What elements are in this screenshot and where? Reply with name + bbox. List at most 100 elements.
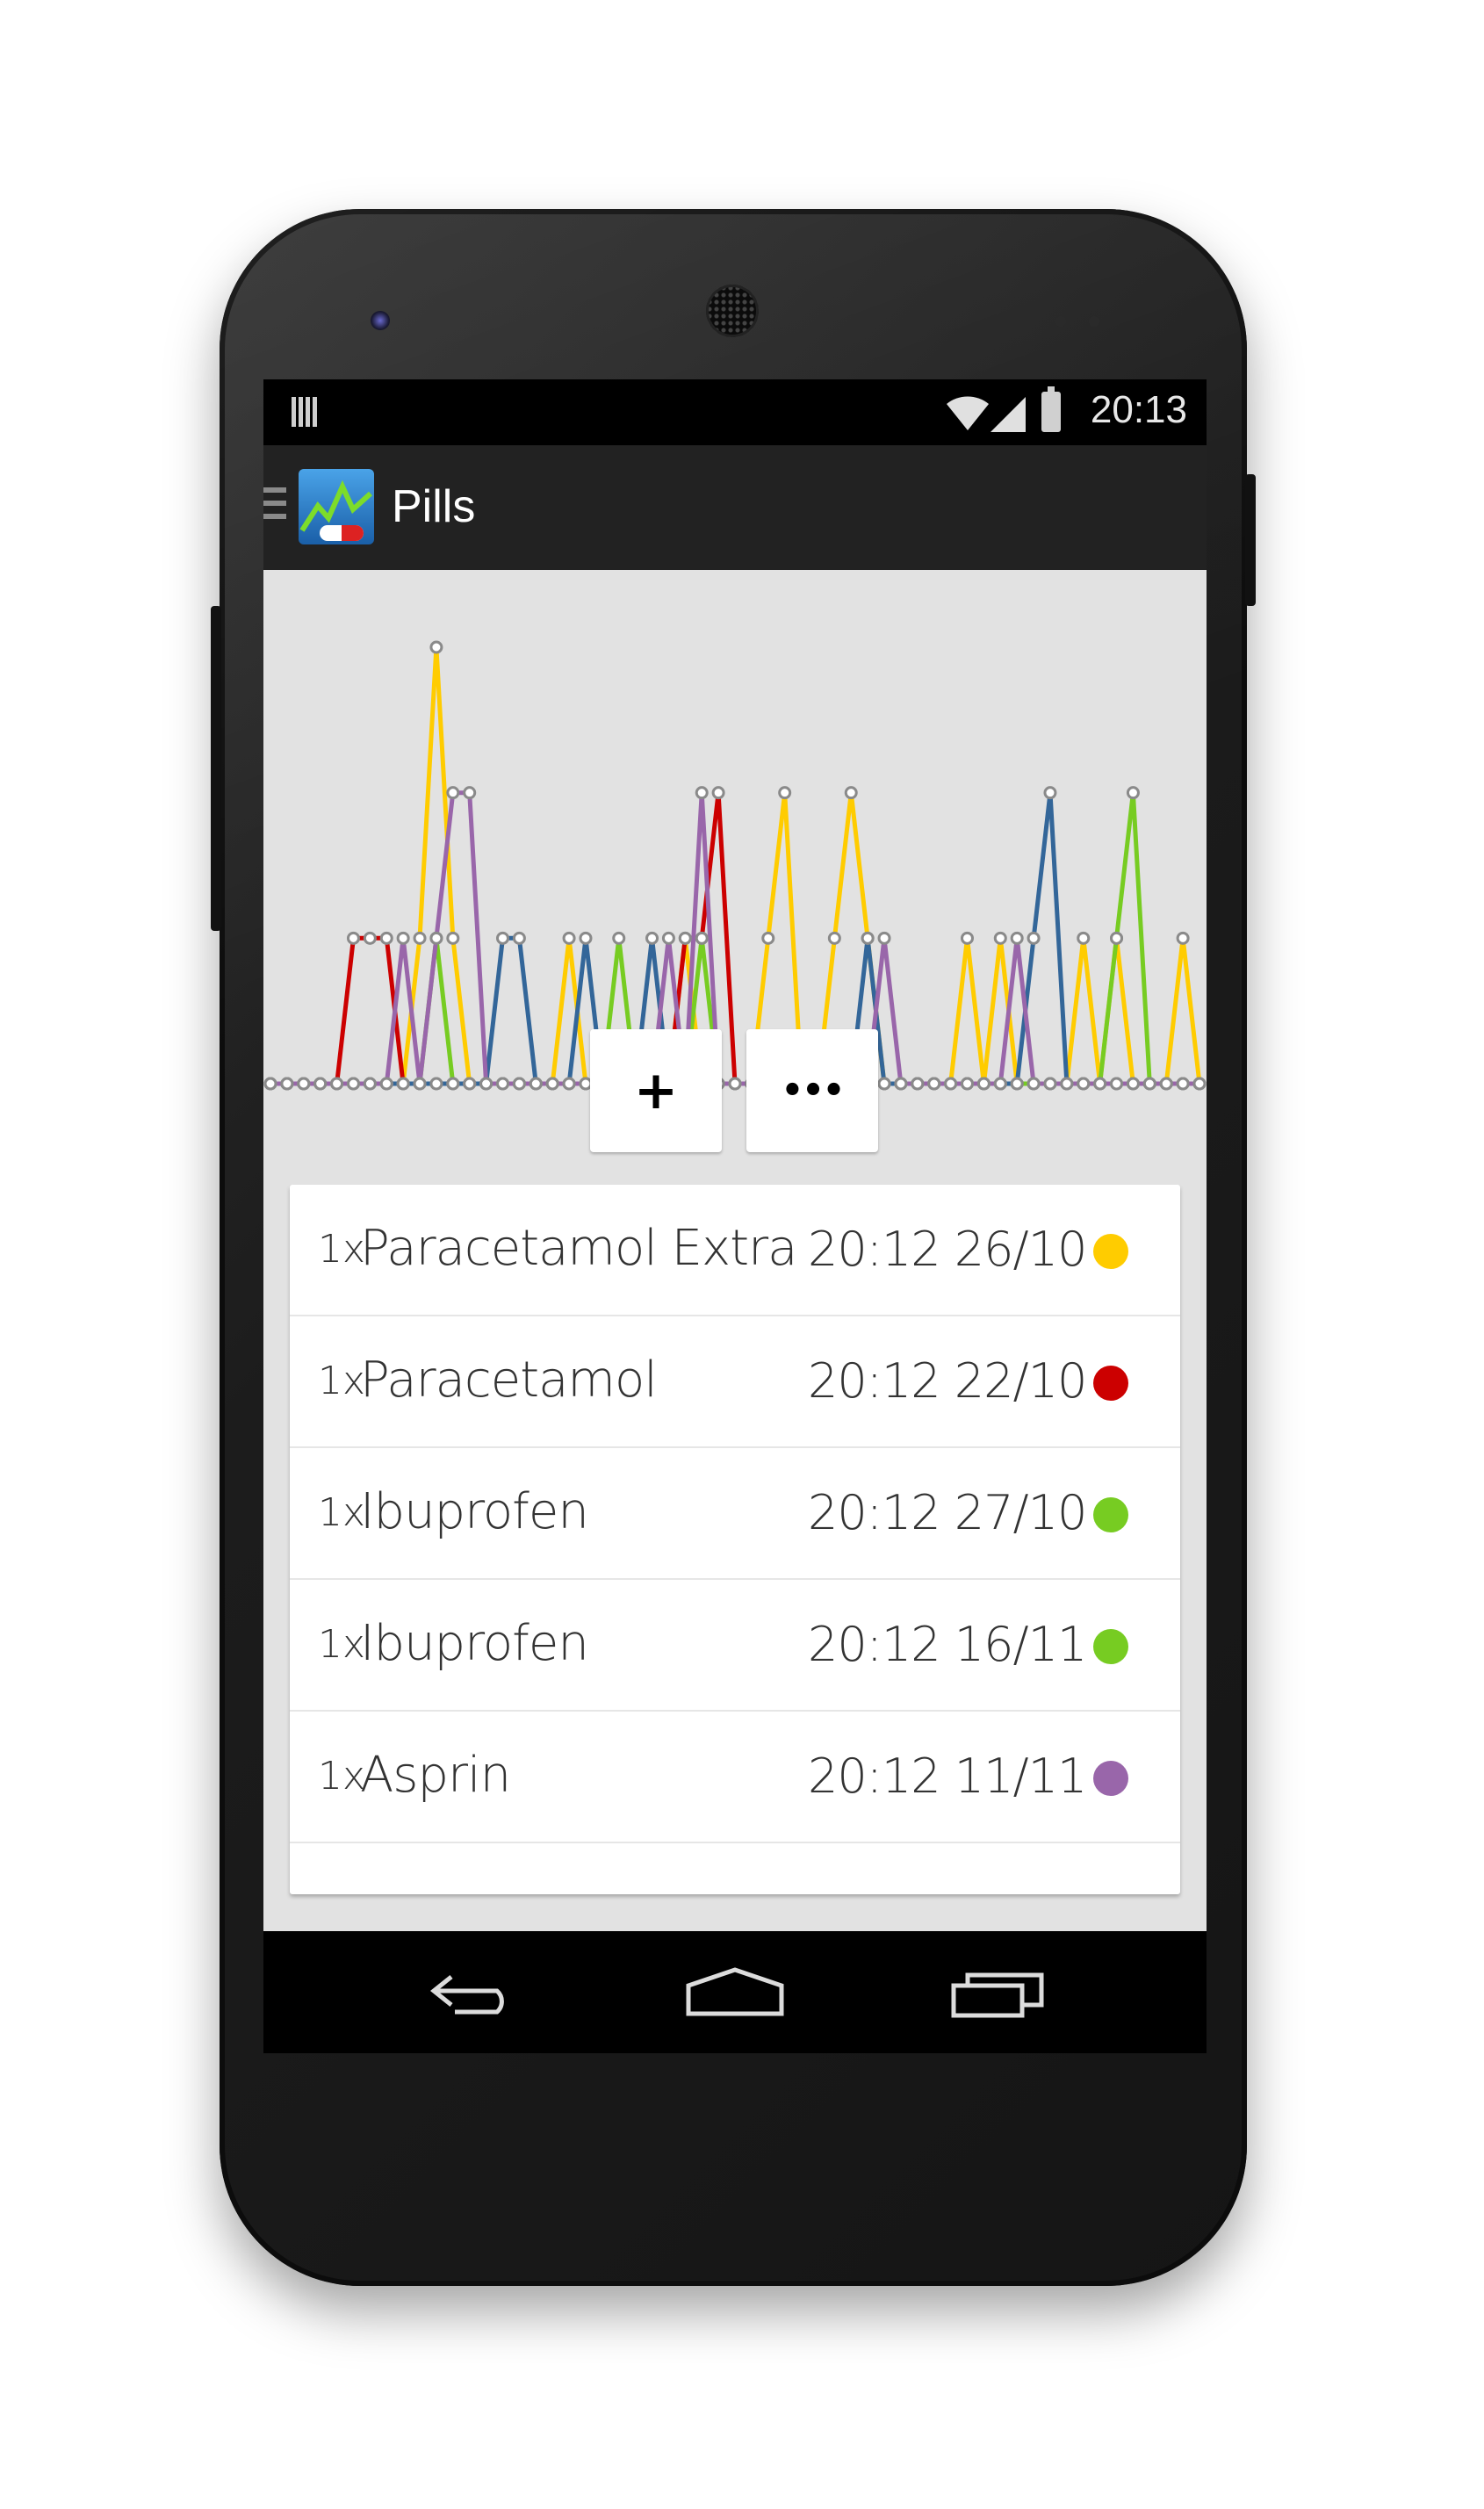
content-area: + ••• 1x Paracetamol Extra 20:12 26/10 1… [263, 570, 1207, 1931]
data-point [911, 1077, 925, 1091]
data-point [761, 931, 775, 945]
dose-list: 1x Paracetamol Extra 20:12 26/10 1x Para… [290, 1185, 1180, 1894]
volume-button [211, 606, 221, 931]
data-point [1027, 1077, 1041, 1091]
data-point [1010, 931, 1024, 945]
data-point [1093, 1077, 1107, 1091]
data-point [927, 1077, 941, 1091]
data-point [562, 931, 576, 945]
data-point [711, 786, 725, 800]
data-point [861, 931, 875, 945]
data-point [612, 931, 626, 945]
data-point [961, 1077, 974, 1091]
data-point [479, 1077, 493, 1091]
data-point [993, 931, 1007, 945]
data-point [1176, 931, 1190, 945]
data-point [728, 1077, 742, 1091]
screen: 20:13 Pills + ••• 1x Paracetamol Extra 2… [263, 379, 1207, 2053]
dose-quantity: 1x [318, 1227, 366, 1272]
data-point [961, 931, 974, 945]
series-color-dot [1093, 1761, 1128, 1796]
action-bar: Pills [263, 445, 1207, 570]
pills-chart-app-icon[interactable] [297, 467, 376, 546]
battery-charging-icon [1041, 386, 1061, 432]
dose-quantity: 1x [318, 1359, 366, 1403]
data-point [661, 931, 675, 945]
pill-name: Paracetamol [360, 1352, 658, 1409]
data-point [894, 1077, 908, 1091]
status-time: 20:13 [1090, 388, 1187, 431]
earpiece-speaker [706, 285, 759, 337]
data-point [297, 1077, 311, 1091]
data-point [1176, 1077, 1190, 1091]
more-options-button[interactable]: ••• [746, 1029, 878, 1152]
recent-apps-icon[interactable] [950, 1966, 1047, 2019]
back-icon[interactable] [429, 1966, 525, 2019]
light-sensor [1089, 316, 1099, 327]
proximity-sensor [1055, 316, 1066, 327]
data-point [263, 1077, 277, 1091]
data-point [545, 1077, 559, 1091]
drawer-menu-icon[interactable] [263, 487, 286, 528]
data-point [429, 1077, 443, 1091]
add-dose-button[interactable]: + [590, 1029, 722, 1152]
list-item[interactable]: 1x Ibuprofen 20:12 27/10 [290, 1448, 1180, 1580]
series-color-dot [1093, 1629, 1128, 1664]
data-point [944, 1077, 958, 1091]
data-point [695, 786, 709, 800]
series-line-0 [270, 645, 1202, 1086]
data-point [1043, 786, 1057, 800]
data-point [363, 931, 377, 945]
dose-quantity: 1x [318, 1754, 366, 1799]
data-point [379, 1077, 393, 1091]
pill-name: Ibuprofen [360, 1483, 589, 1540]
data-point [1159, 1077, 1173, 1091]
dose-time: 20:12 22/10 [808, 1353, 1087, 1409]
data-point [446, 931, 460, 945]
data-point [695, 931, 709, 945]
pill-name: Paracetamol Extra [360, 1220, 797, 1277]
data-point [645, 931, 659, 945]
list-item[interactable]: 1x Asprin 20:12 11/11 [290, 1712, 1180, 1843]
page-title: Pills [392, 481, 476, 532]
list-item[interactable]: 1x Paracetamol 20:12 22/10 [290, 1316, 1180, 1448]
data-point [379, 931, 393, 945]
data-point [529, 1077, 543, 1091]
dose-history-chart [263, 640, 1207, 1091]
notification-icon [292, 397, 318, 427]
data-point [827, 931, 841, 945]
data-point [1043, 1077, 1057, 1091]
data-point [877, 931, 891, 945]
data-point [678, 931, 692, 945]
data-point [1060, 1077, 1074, 1091]
data-point [1027, 931, 1041, 945]
data-point [429, 931, 443, 945]
data-point [396, 931, 410, 945]
data-point [778, 786, 792, 800]
pill-name: Asprin [360, 1747, 511, 1804]
data-point [512, 1077, 526, 1091]
dose-quantity: 1x [318, 1490, 366, 1535]
data-point [844, 786, 858, 800]
data-point [330, 1077, 344, 1091]
data-point [1142, 1077, 1156, 1091]
data-point [1077, 931, 1091, 945]
series-color-dot [1093, 1366, 1128, 1401]
data-point [512, 931, 526, 945]
list-item[interactable]: 1x Paracetamol Extra 20:12 26/10 [290, 1185, 1180, 1316]
data-point [496, 931, 509, 945]
list-item[interactable]: 1x Ibuprofen 20:12 16/11 [290, 1580, 1180, 1712]
data-point [1010, 1077, 1024, 1091]
series-color-dot [1093, 1234, 1128, 1269]
data-point [446, 1077, 460, 1091]
data-point [993, 1077, 1007, 1091]
data-point [1126, 786, 1140, 800]
signal-icon [991, 397, 1026, 432]
data-point [280, 1077, 294, 1091]
data-point [429, 640, 443, 654]
series-color-dot [1093, 1497, 1128, 1532]
dose-time: 20:12 26/10 [808, 1222, 1087, 1277]
data-point [446, 786, 460, 800]
data-point [1126, 1077, 1140, 1091]
home-icon[interactable] [685, 1966, 786, 2019]
